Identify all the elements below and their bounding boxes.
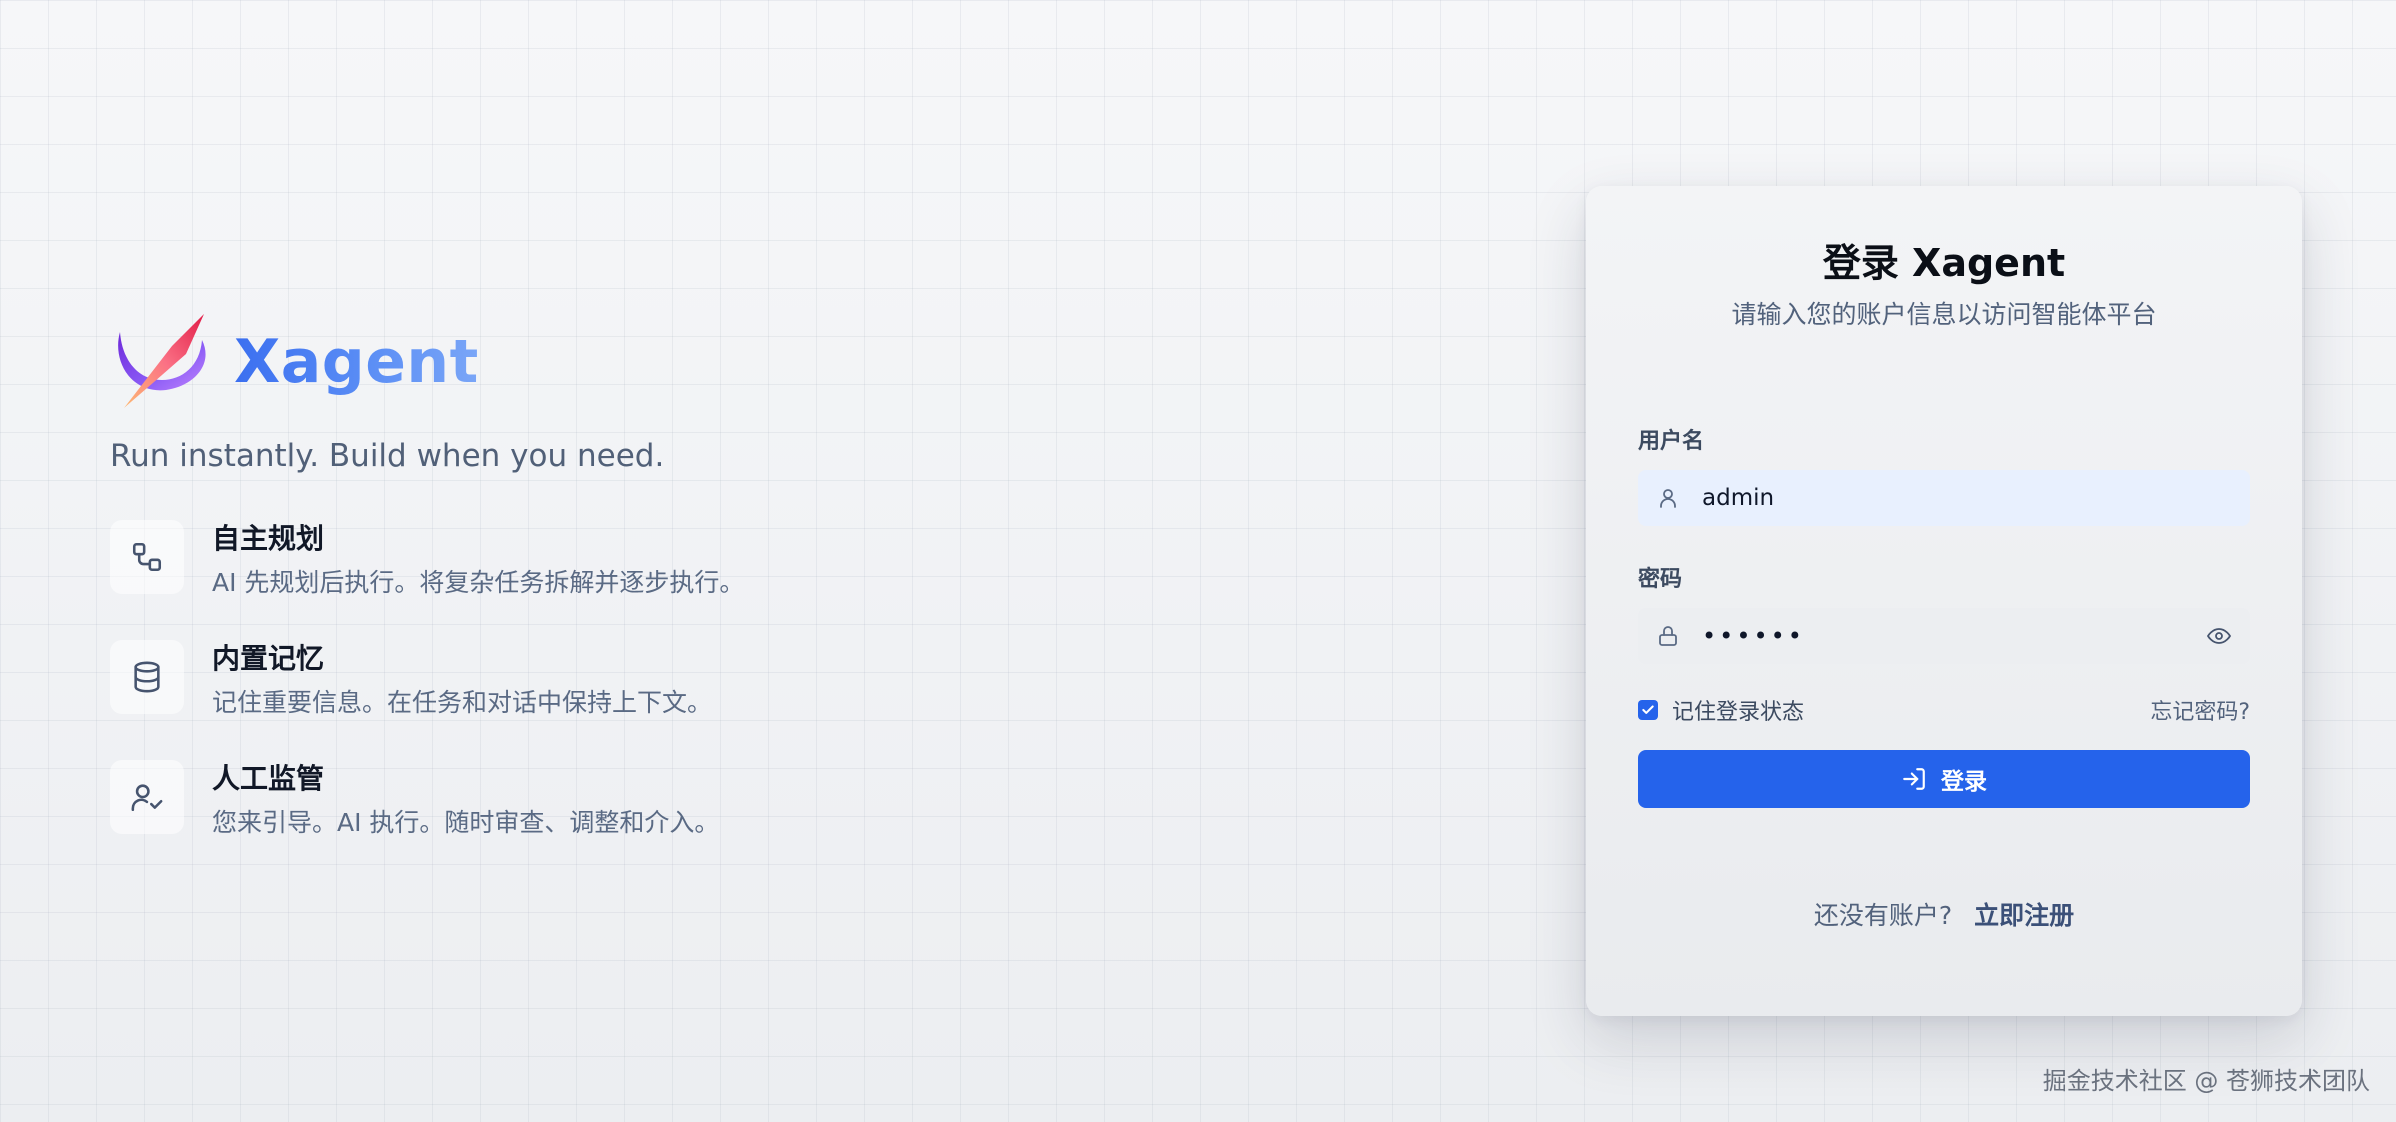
remember-label: 记住登录状态 <box>1672 700 1805 725</box>
brand-tagline: Run instantly. Build when you need. <box>110 438 665 474</box>
remember-me[interactable]: 记住登录状态 <box>1638 694 1804 726</box>
feature-item-planning: 自主规划 AI 先规划后执行。将复杂任务拆解并逐步执行。 <box>110 520 1010 600</box>
user-icon <box>1660 489 1676 508</box>
xagent-logo-icon <box>118 314 206 408</box>
login-title: 登录 Xagent <box>1822 241 2066 285</box>
login-button[interactable]: 登录 <box>1638 750 2250 808</box>
login-options-row: 记住登录状态 忘记密码? <box>1638 694 2250 726</box>
lock-icon <box>1659 626 1677 646</box>
log-in-icon <box>1903 768 1925 790</box>
brand-name: Xagent <box>234 327 479 397</box>
feature-desc: 记住重要信息。在任务和对话中保持上下文。 <box>212 688 713 717</box>
username-input[interactable] <box>1638 470 2250 526</box>
login-button-label: 登录 <box>1941 769 1987 795</box>
register-row: 还没有账户? 立即注册 <box>1638 896 2250 932</box>
eye-icon[interactable] <box>2206 624 2232 648</box>
feature-list: 自主规划 AI 先规划后执行。将复杂任务拆解并逐步执行。 内置记忆 记住重要信息… <box>110 520 1010 840</box>
password-input[interactable] <box>1638 608 2250 664</box>
database-icon <box>110 640 184 714</box>
remember-checkbox[interactable] <box>1638 700 1658 720</box>
password-field <box>1638 608 2250 664</box>
username-field <box>1638 470 2250 526</box>
username-label: 用户名 <box>1638 429 1705 454</box>
brand-logo: Xagent <box>110 310 1010 414</box>
password-label: 密码 <box>1638 567 1683 592</box>
feature-item-supervision: 人工监管 您来引导。AI 执行。随时审查、调整和介入。 <box>110 760 1010 840</box>
watermark: 掘金技术社区 @ 苍狮技术团队 <box>2042 1067 2370 1095</box>
feature-item-memory: 内置记忆 记住重要信息。在任务和对话中保持上下文。 <box>110 640 1010 720</box>
workflow-icon <box>110 520 184 594</box>
feature-desc: 您来引导。AI 执行。随时审查、调整和介入。 <box>212 808 720 837</box>
feature-title: 内置记忆 <box>212 642 325 675</box>
login-subtitle: 请输入您的账户信息以访问智能体平台 <box>1731 300 2157 329</box>
check-icon <box>1642 705 1654 714</box>
register-link[interactable]: 立即注册 <box>1974 901 2074 930</box>
feature-desc: AI 先规划后执行。将复杂任务拆解并逐步执行。 <box>212 568 745 597</box>
feature-title: 自主规划 <box>212 522 325 555</box>
user-check-icon <box>110 760 184 834</box>
feature-title: 人工监管 <box>212 762 325 795</box>
no-account-text: 还没有账户? <box>1813 901 1953 930</box>
login-card: 登录 Xagent 请输入您的账户信息以访问智能体平台 用户名 密码 记住登录状 <box>1586 186 2302 1016</box>
forgot-password-link[interactable]: 忘记密码? <box>2150 694 2250 726</box>
brand-panel: Xagent Run instantly. Build when you nee… <box>110 310 1010 880</box>
